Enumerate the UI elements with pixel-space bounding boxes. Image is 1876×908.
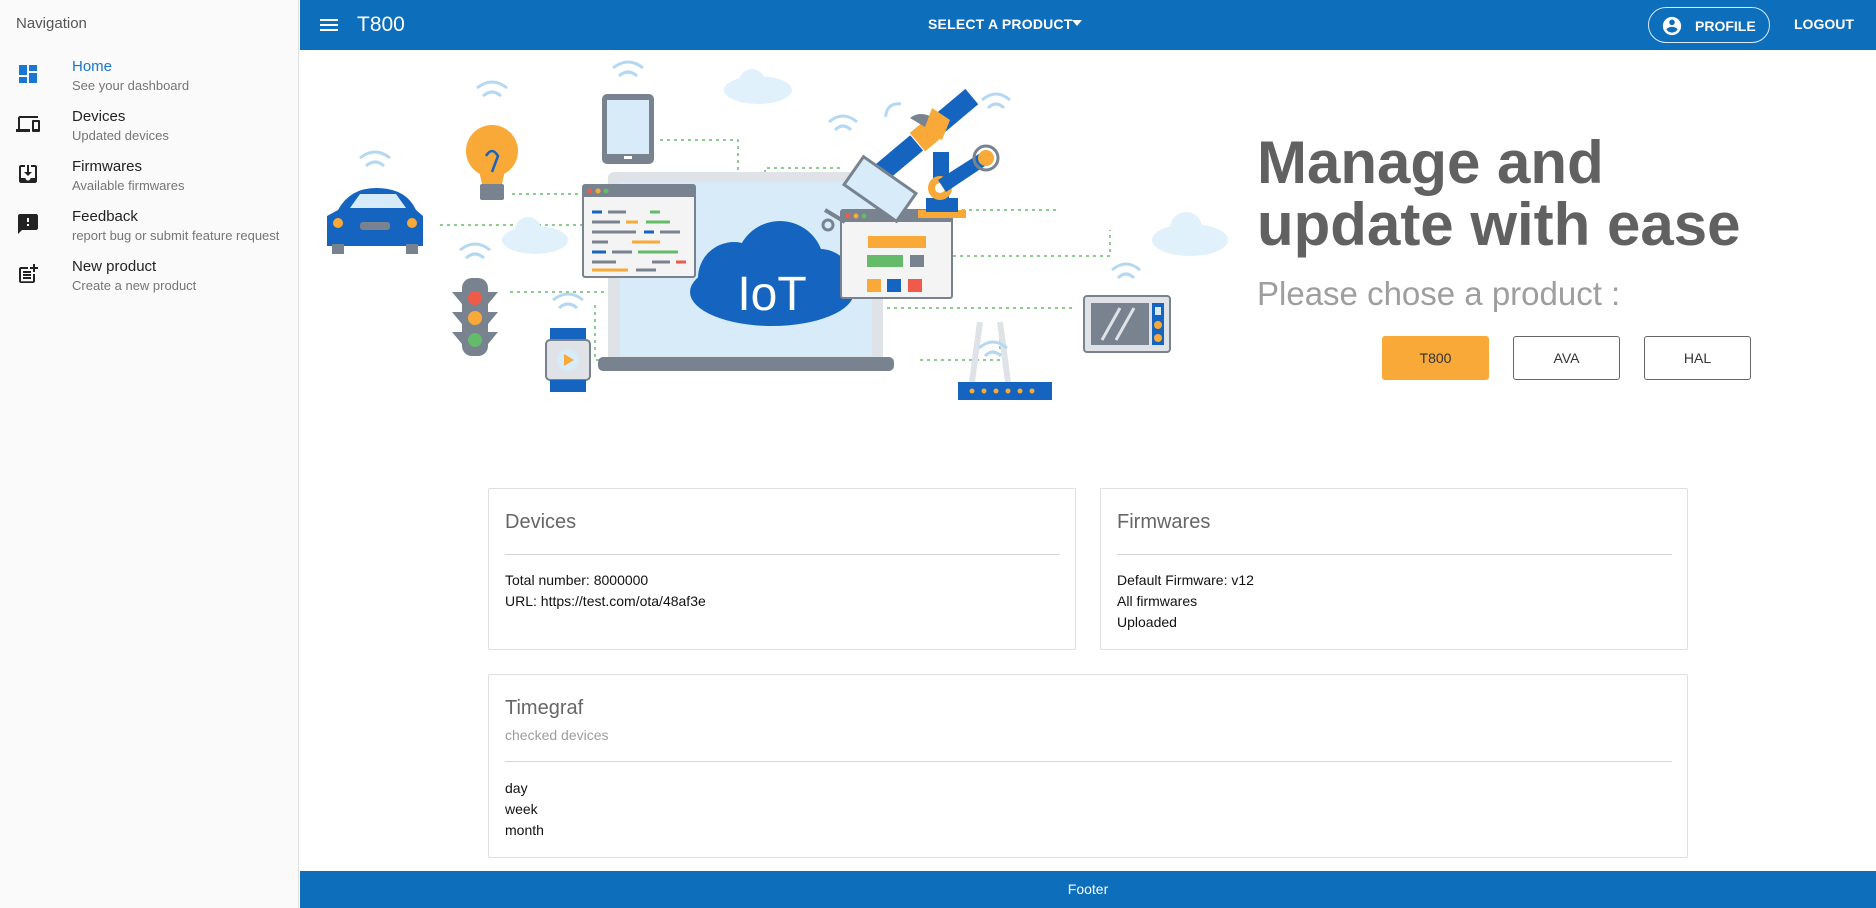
timegraf-option-day[interactable]: day — [505, 780, 528, 796]
sidebar-item-description: Available firmwares — [72, 178, 185, 193]
hero-headline: Manage and update with ease — [1257, 129, 1741, 258]
sidebar-item-label: New product — [72, 258, 157, 275]
sidebar-item-description: Create a new product — [72, 278, 197, 293]
uploaded-link[interactable]: Uploaded — [1117, 614, 1177, 630]
chevron-down-icon[interactable] — [1072, 20, 1082, 26]
sidebar-item-description: See your dashboard — [72, 78, 190, 93]
iot-illustration: IoT — [327, 60, 1228, 400]
sidebar-item-label: Feedback — [72, 208, 138, 225]
card-title: Firmwares — [1117, 511, 1211, 533]
devices-icon — [16, 116, 40, 132]
card-title: Devices — [505, 511, 577, 533]
sidebar-item-firmwares[interactable]: Firmwares Available firmwares — [0, 154, 299, 204]
profile-button[interactable]: PROFILE — [1648, 7, 1770, 43]
sidebar: Navigation Home See your dashboard Devic… — [0, 0, 299, 908]
post-add-icon — [19, 264, 38, 283]
devices-total: Total number: 8000000 — [505, 572, 649, 588]
product-button-t800[interactable]: T800 — [1382, 336, 1489, 380]
sidebar-item-feedback[interactable]: Feedback report bug or submit feature re… — [0, 204, 299, 254]
flowchart-window-graphic — [840, 209, 953, 299]
sidebar-item-description: Updated devices — [72, 128, 169, 143]
smartwatch-graphic — [545, 292, 591, 392]
logout-button[interactable]: LOGOUT — [1794, 16, 1854, 32]
card-title: Timegraf — [505, 697, 584, 719]
devices-url: URL: https://test.com/ota/48af3e — [505, 593, 706, 609]
card-subtitle: checked devices — [505, 727, 609, 743]
timegraf-card: Timegraf checked devices day week month — [488, 674, 1688, 858]
sidebar-item-new-product[interactable]: New product Create a new product — [0, 254, 299, 304]
all-firmwares-link[interactable]: All firmwares — [1117, 593, 1197, 609]
sidebar-item-label: Home — [72, 58, 113, 75]
sidebar-item-home[interactable]: Home See your dashboard — [0, 54, 299, 104]
card-divider — [505, 761, 1672, 762]
timegraf-option-week[interactable]: week — [505, 801, 538, 817]
sidebar-item-label: Firmwares — [72, 158, 142, 175]
download-box-icon — [19, 165, 37, 183]
sidebar-item-devices[interactable]: Devices Updated devices — [0, 104, 299, 154]
traffic-light-graphic — [452, 242, 498, 356]
router-graphic — [958, 321, 1052, 400]
microwave-graphic — [1083, 262, 1171, 353]
product-button-ava[interactable]: AVA — [1513, 336, 1620, 380]
devices-card: Devices Total number: 8000000 URL: https… — [488, 488, 1076, 650]
feedback-icon — [18, 214, 38, 234]
car-graphic — [327, 150, 423, 254]
hero-subheadline: Please chose a product : — [1257, 275, 1621, 312]
sidebar-title: Navigation — [16, 15, 87, 32]
default-firmware: Default Firmware: v12 — [1117, 572, 1254, 588]
card-divider — [1117, 554, 1672, 555]
select-product-dropdown[interactable]: SELECT A PRODUCT — [928, 16, 1073, 32]
profile-label: PROFILE — [1695, 18, 1756, 34]
top-app-bar: T800 SELECT A PRODUCT PROFILE LOGOUT — [300, 0, 1876, 50]
dashboard-icon — [19, 65, 37, 83]
firmwares-card: Firmwares Default Firmware: v12 All firm… — [1100, 488, 1688, 650]
iot-label: IoT — [737, 268, 806, 321]
card-divider — [505, 554, 1060, 555]
light-bulb-graphic — [466, 80, 518, 200]
sidebar-item-description: report bug or submit feature request — [72, 228, 280, 243]
footer: Footer — [300, 871, 1876, 908]
account-circle-icon — [1662, 16, 1682, 36]
timegraf-option-month[interactable]: month — [505, 822, 544, 838]
product-button-hal[interactable]: HAL — [1644, 336, 1751, 380]
code-window-graphic — [582, 184, 696, 278]
tablet-graphic — [602, 60, 654, 164]
app-title: T800 — [357, 13, 405, 36]
menu-icon[interactable] — [317, 13, 341, 37]
sidebar-item-label: Devices — [72, 108, 126, 125]
